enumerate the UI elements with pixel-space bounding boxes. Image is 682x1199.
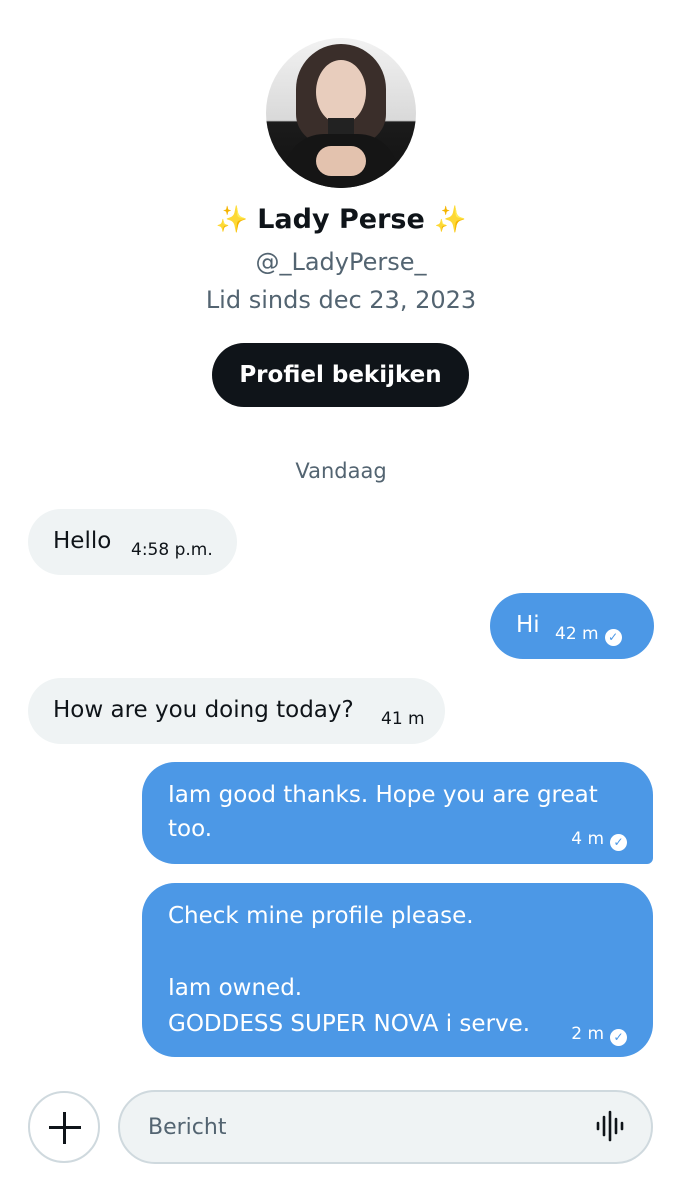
avatar-face bbox=[316, 60, 366, 124]
view-profile-button[interactable]: Profiel bekijken bbox=[212, 343, 469, 407]
sent-check-icon: ✓ bbox=[610, 834, 627, 851]
message-line bbox=[168, 935, 633, 971]
message-text: Hi bbox=[516, 612, 540, 638]
message-bubble-incoming[interactable]: How are you doing today? 41 m bbox=[28, 678, 445, 744]
message-meta: 2 m ✓ bbox=[571, 1017, 627, 1051]
message-bubble-outgoing[interactable]: Hi 42 m ✓ bbox=[490, 593, 654, 659]
message-composer bbox=[0, 1088, 682, 1164]
message-bubble-incoming[interactable]: Hello 4:58 p.m. bbox=[28, 509, 237, 575]
message-time: 41 m bbox=[381, 709, 425, 729]
add-attachment-button[interactable] bbox=[28, 1091, 100, 1163]
avatar-skin bbox=[316, 146, 366, 176]
message-time: 4 m bbox=[571, 829, 604, 849]
message-time: 2 m bbox=[571, 1024, 604, 1044]
sparkles-icon: ✨ bbox=[434, 205, 467, 235]
display-name: ✨ Lady Perse ✨ bbox=[0, 200, 682, 240]
sparkles-icon: ✨ bbox=[215, 205, 248, 235]
sent-check-icon: ✓ bbox=[610, 1029, 627, 1046]
message-bubble-outgoing[interactable]: Check mine profile please. Iam owned. GO… bbox=[142, 883, 653, 1057]
message-line: GODDESS SUPER NOVA i serve. bbox=[168, 1011, 531, 1037]
avatar[interactable] bbox=[266, 38, 416, 188]
message-time: 4:58 p.m. bbox=[131, 540, 213, 560]
display-name-text: Lady Perse bbox=[257, 204, 425, 235]
plus-icon-stroke bbox=[63, 1112, 66, 1144]
message-meta: 42 m ✓ bbox=[555, 617, 622, 651]
message-bubble-outgoing[interactable]: Iam good thanks. Hope you are great too.… bbox=[142, 762, 653, 864]
message-line: Iam owned. bbox=[168, 975, 303, 1001]
message-line: Check mine profile please. bbox=[168, 903, 474, 929]
message-time: 42 m bbox=[555, 624, 599, 644]
message-text: Hello bbox=[53, 528, 112, 554]
user-handle: @_LadyPerse_ bbox=[255, 248, 427, 276]
day-separator: Vandaag bbox=[295, 459, 387, 483]
message-text: How are you doing today? bbox=[53, 697, 354, 723]
voice-waveform-icon[interactable] bbox=[595, 1110, 625, 1142]
sent-check-icon: ✓ bbox=[604, 629, 622, 646]
message-meta: 4 m ✓ bbox=[571, 822, 627, 856]
message-text: Iam good thanks. Hope you are great too. bbox=[168, 782, 598, 842]
member-since: Lid sinds dec 23, 2023 bbox=[205, 286, 477, 314]
message-input[interactable] bbox=[118, 1090, 653, 1164]
